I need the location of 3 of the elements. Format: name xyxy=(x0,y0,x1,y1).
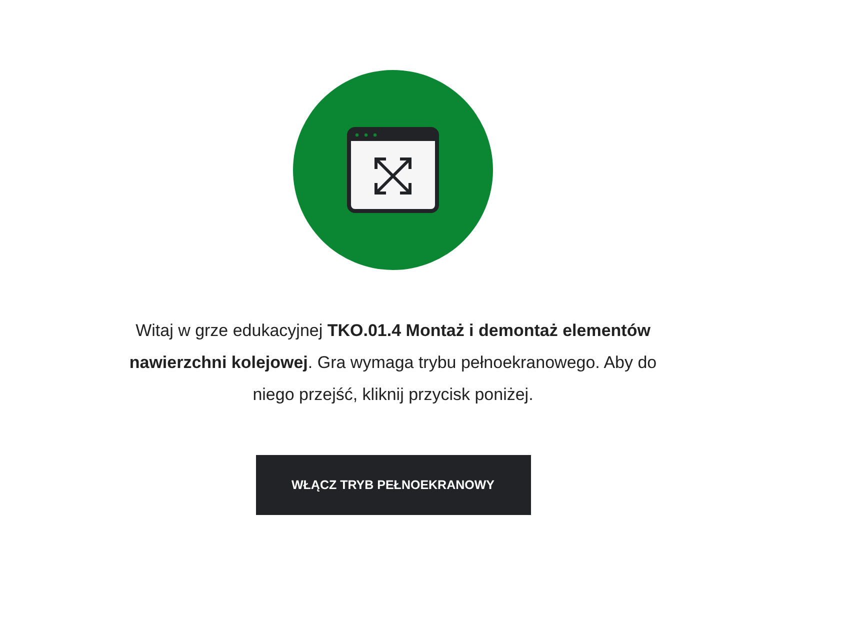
fullscreen-window-icon xyxy=(347,127,439,213)
welcome-text: Witaj w grze edukacyjnej TKO.01.4 Montaż i demontaż elementów nawierzchni kolejowej. Gra wymaga trybu pełnoekranowego. Aby do niego przejść, kliknij przycisk poniżej. xyxy=(128,320,658,406)
fullscreen-button[interactable]: WŁĄCZ TRYB PEŁNOEKRANOWY xyxy=(256,455,530,515)
